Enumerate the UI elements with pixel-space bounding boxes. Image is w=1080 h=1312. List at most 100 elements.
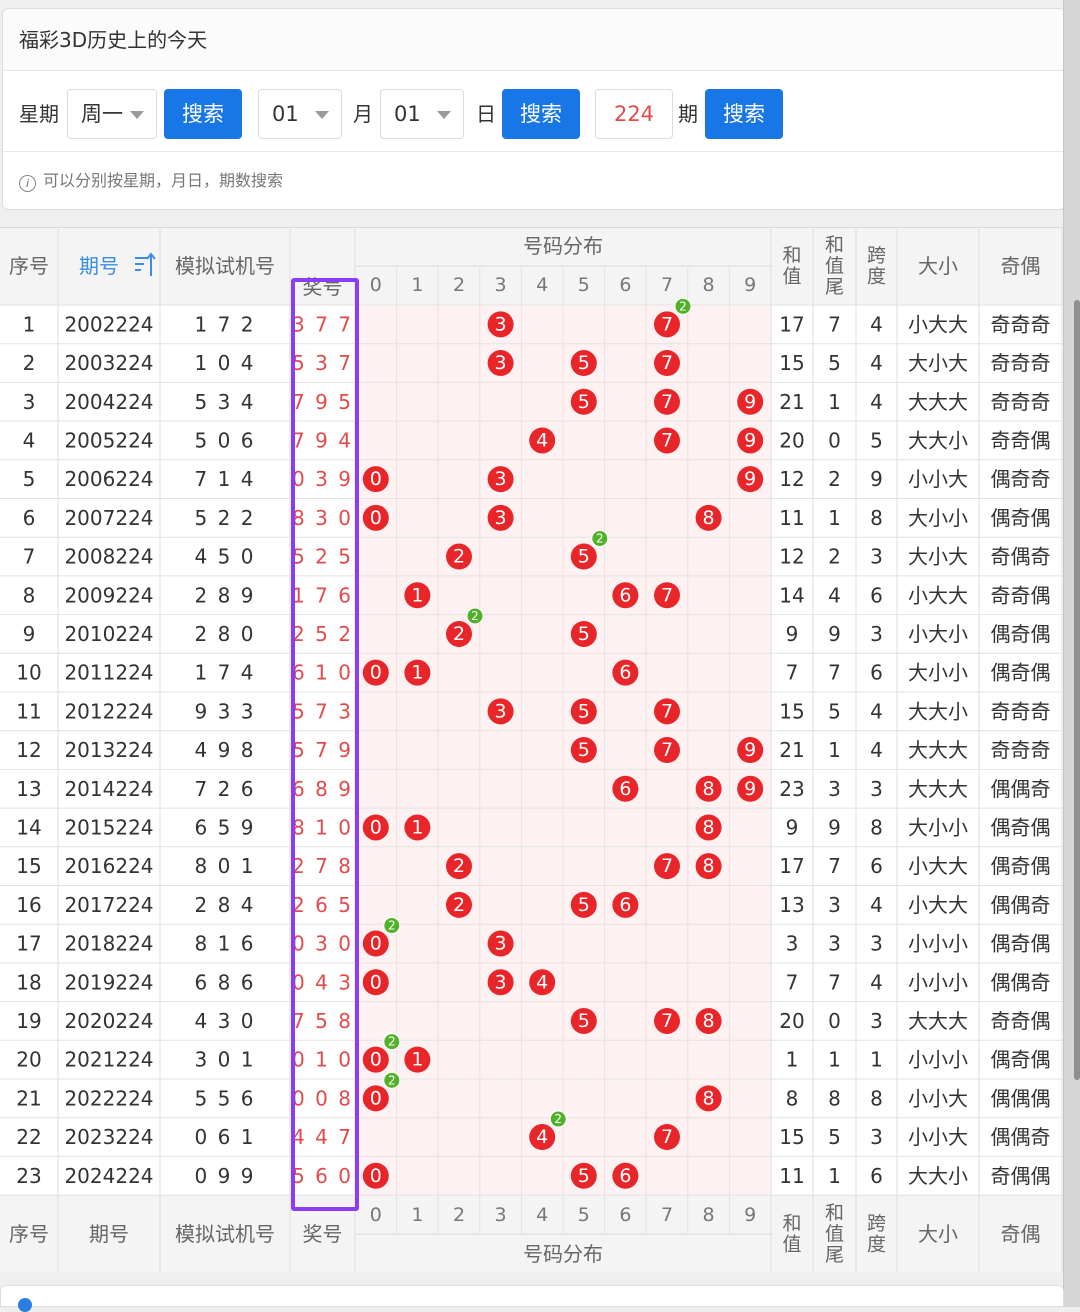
number-ball-digit: 3 bbox=[495, 352, 507, 374]
search-by-issue-button[interactable]: 搜索 bbox=[705, 89, 783, 139]
number-ball-digit: 5 bbox=[578, 1165, 590, 1187]
row-sum: 11 bbox=[779, 1164, 804, 1188]
column-header-digit: 8 bbox=[703, 274, 715, 296]
row-prize-number: 4 4 7 bbox=[292, 1125, 353, 1149]
column-header-digit: 6 bbox=[619, 274, 631, 296]
row-sum: 15 bbox=[779, 699, 804, 723]
info-icon: i bbox=[19, 175, 36, 192]
column-header-prize: 奖号 bbox=[303, 1222, 343, 1246]
chevron-down-icon bbox=[437, 111, 451, 119]
number-ball-digit: 8 bbox=[703, 1010, 715, 1032]
row-size: 小大大 bbox=[908, 312, 968, 336]
row-sum: 7 bbox=[786, 970, 799, 994]
row-prize-number: 3 7 7 bbox=[292, 312, 353, 336]
number-ball-digit: 7 bbox=[661, 429, 673, 451]
row-prize-number: 8 3 0 bbox=[292, 506, 353, 530]
row-seq: 21 bbox=[16, 1086, 41, 1110]
row-issue: 2003224 bbox=[64, 351, 153, 375]
row-seq: 12 bbox=[16, 738, 41, 762]
issue-input[interactable]: 224 bbox=[595, 89, 673, 139]
row-parity: 偶偶奇 bbox=[991, 970, 1051, 994]
row-sim-number: 4 3 0 bbox=[195, 1009, 256, 1033]
page-title: 福彩3D历史上的今天 bbox=[3, 9, 1065, 71]
column-header-span: 度 bbox=[867, 1234, 886, 1256]
row-span: 5 bbox=[870, 428, 883, 452]
search-by-weekday-button[interactable]: 搜索 bbox=[164, 89, 242, 139]
row-parity: 偶偶偶 bbox=[991, 1086, 1051, 1110]
month-select[interactable]: 01 bbox=[258, 89, 342, 139]
row-sum: 7 bbox=[786, 661, 799, 685]
row-sim-number: 0 6 1 bbox=[195, 1125, 256, 1149]
column-header-digit: 5 bbox=[578, 274, 590, 296]
day-select[interactable]: 01 bbox=[380, 89, 464, 139]
row-size: 大小小 bbox=[908, 815, 968, 839]
row-sum: 12 bbox=[779, 545, 804, 569]
row-parity: 偶偶奇 bbox=[991, 893, 1051, 917]
column-header-sum: 和 bbox=[782, 1213, 801, 1235]
number-ball-digit: 1 bbox=[411, 816, 423, 838]
vertical-scrollbar[interactable] bbox=[1074, 300, 1080, 1080]
day-select-value: 01 bbox=[394, 102, 421, 126]
row-seq: 13 bbox=[16, 777, 41, 801]
row-parity: 偶奇奇 bbox=[991, 467, 1051, 491]
row-parity: 偶奇偶 bbox=[991, 1048, 1051, 1072]
row-issue: 2005224 bbox=[64, 428, 153, 452]
row-sum-tail: 1 bbox=[828, 1164, 841, 1188]
number-ball-digit: 7 bbox=[661, 313, 673, 335]
column-header-digit: 2 bbox=[453, 274, 465, 296]
row-sum: 1 bbox=[786, 1048, 799, 1072]
column-header-sum-tail: 尾 bbox=[825, 1244, 844, 1266]
number-ball-digit: 5 bbox=[578, 352, 590, 374]
row-sim-number: 5 0 6 bbox=[195, 428, 256, 452]
number-ball-digit: 9 bbox=[744, 429, 756, 451]
column-header-sum: 值 bbox=[782, 1234, 801, 1256]
row-span: 3 bbox=[870, 622, 883, 646]
number-ball-digit: 1 bbox=[411, 1049, 423, 1071]
row-parity: 偶偶奇 bbox=[991, 1125, 1051, 1149]
row-span: 8 bbox=[870, 506, 883, 530]
row-parity: 偶偶奇 bbox=[991, 777, 1051, 801]
day-label: 日 bbox=[476, 102, 496, 126]
number-ball-digit: 5 bbox=[578, 739, 590, 761]
row-sim-number: 5 5 6 bbox=[195, 1086, 256, 1110]
row-sum-tail: 3 bbox=[828, 893, 841, 917]
weekday-select[interactable]: 周一 bbox=[67, 89, 157, 139]
row-size: 小大大 bbox=[908, 583, 968, 607]
number-ball-digit: 6 bbox=[619, 894, 631, 916]
row-sum: 15 bbox=[779, 351, 804, 375]
search-hint-text: 可以分别按星期，月日，期数搜索 bbox=[43, 171, 284, 190]
number-ball-digit: 7 bbox=[661, 1126, 673, 1148]
row-prize-number: 2 7 8 bbox=[292, 854, 353, 878]
number-ball-digit: 9 bbox=[744, 468, 756, 490]
number-ball-digit: 3 bbox=[495, 700, 507, 722]
column-header-digit: 3 bbox=[495, 1204, 507, 1226]
row-sum-tail: 1 bbox=[828, 506, 841, 530]
number-ball-digit: 9 bbox=[744, 778, 756, 800]
row-seq: 5 bbox=[23, 467, 36, 491]
number-ball-digit: 3 bbox=[495, 313, 507, 335]
row-seq: 7 bbox=[23, 545, 36, 569]
column-header-digit: 8 bbox=[703, 1204, 715, 1226]
row-seq: 8 bbox=[23, 583, 36, 607]
column-header-sum-tail: 和 bbox=[825, 1202, 844, 1224]
row-sum-tail: 2 bbox=[828, 467, 841, 491]
row-sum-tail: 3 bbox=[828, 932, 841, 956]
column-header-issue[interactable]: 期号 bbox=[79, 254, 119, 278]
column-header-sum-tail: 值 bbox=[825, 1223, 844, 1245]
number-ball-digit: 5 bbox=[578, 700, 590, 722]
row-sum-tail: 7 bbox=[828, 970, 841, 994]
row-parity: 奇偶偶 bbox=[991, 1164, 1051, 1188]
number-ball-digit: 8 bbox=[703, 855, 715, 877]
column-header-digit: 9 bbox=[744, 274, 756, 296]
row-prize-number: 5 6 0 bbox=[292, 1164, 353, 1188]
number-ball-digit: 0 bbox=[370, 468, 382, 490]
row-prize-number: 0 4 3 bbox=[292, 970, 353, 994]
row-sum: 9 bbox=[786, 815, 799, 839]
row-sum-tail: 2 bbox=[828, 545, 841, 569]
row-size: 小大小 bbox=[908, 622, 968, 646]
number-ball-digit: 7 bbox=[661, 700, 673, 722]
column-header-digit: 1 bbox=[411, 1204, 423, 1226]
row-span: 8 bbox=[870, 1086, 883, 1110]
search-by-date-button[interactable]: 搜索 bbox=[502, 89, 580, 139]
column-header-digit: 2 bbox=[453, 1204, 465, 1226]
